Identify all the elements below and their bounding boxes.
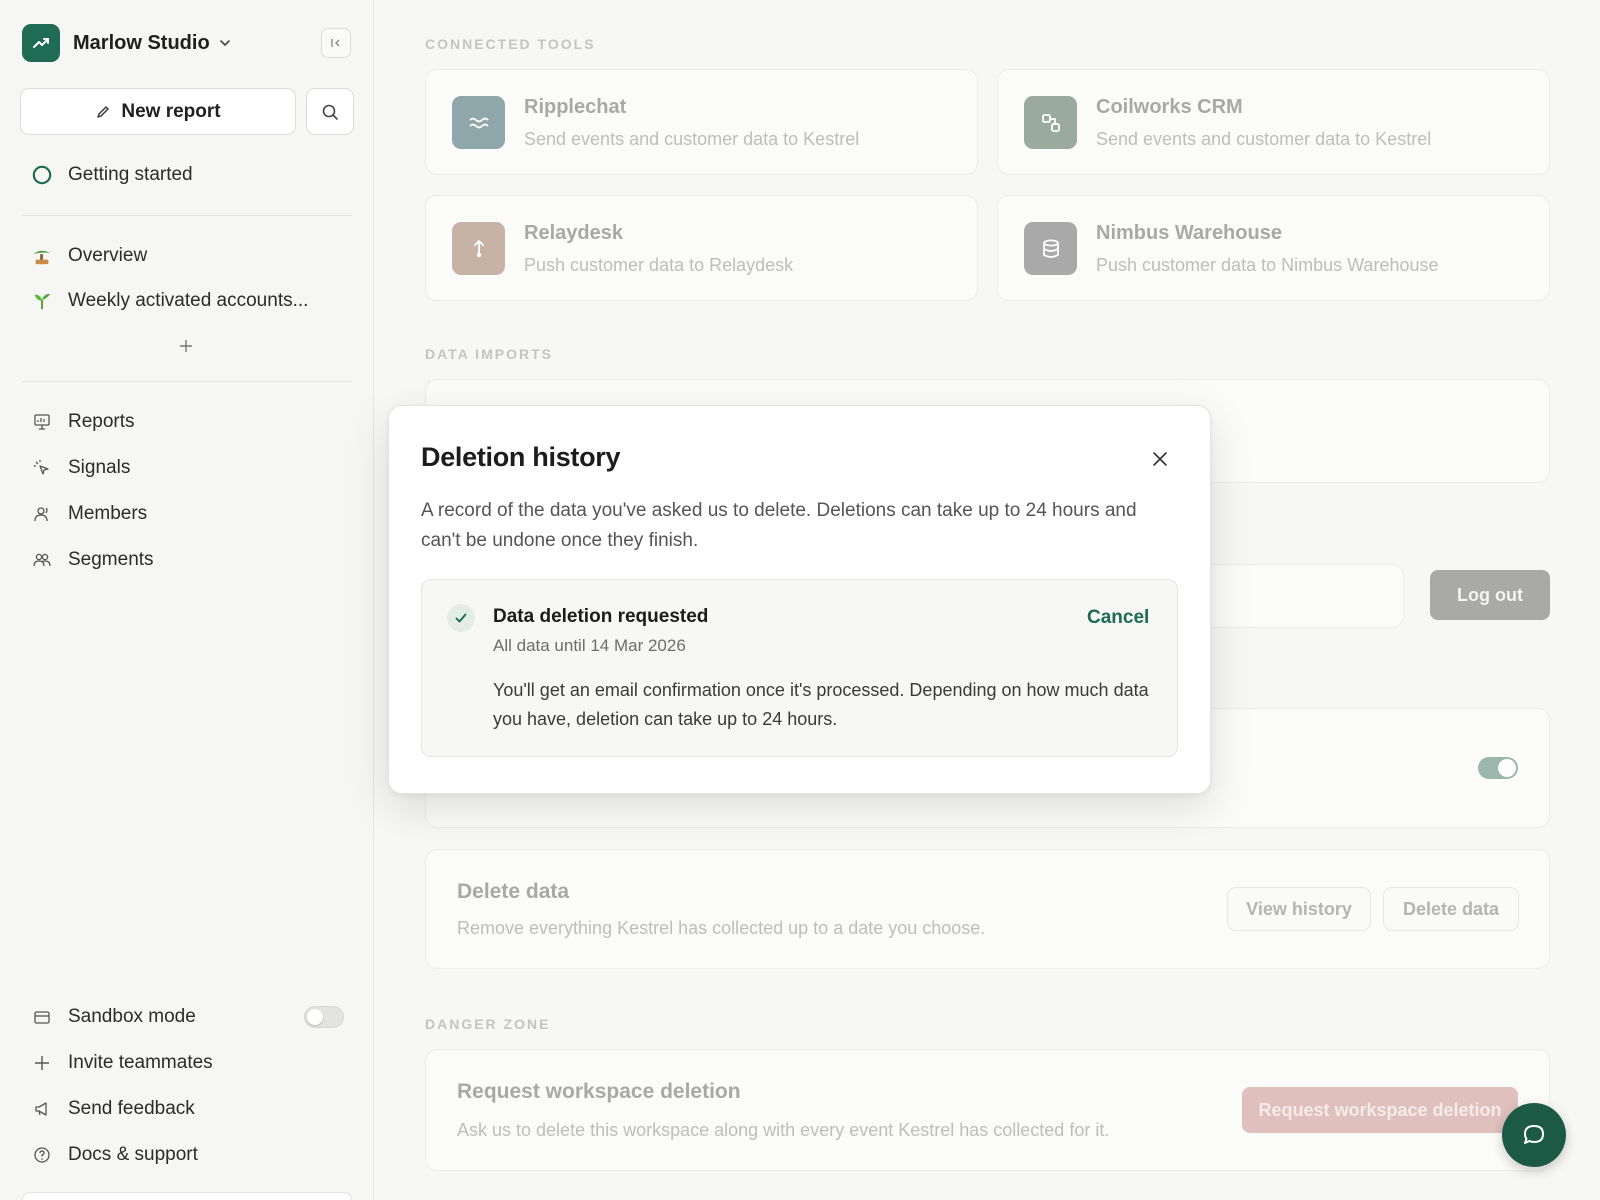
- sidebar-item-label: Signals: [68, 457, 131, 478]
- pinned-item-label: Weekly activated accounts...: [68, 290, 309, 311]
- sidebar-item-invite-teammates[interactable]: Invite teammates: [32, 1048, 213, 1078]
- pinned-item-overview[interactable]: Overview: [32, 241, 147, 271]
- getting-started-label: Getting started: [68, 164, 193, 185]
- chat-bubble-icon: [1524, 1125, 1544, 1144]
- sidebar-item-label: Invite teammates: [68, 1052, 213, 1073]
- sidebar-divider: [22, 215, 352, 216]
- waves-icon: [452, 96, 505, 149]
- sidebar-item-reports[interactable]: Reports: [32, 407, 135, 437]
- sidebar: Marlow Studio New report Getting started…: [0, 0, 374, 1200]
- view-history-button[interactable]: View history: [1227, 887, 1371, 931]
- sidebar-item-members[interactable]: Members: [32, 499, 147, 529]
- card-icon: [32, 1007, 52, 1027]
- close-modal-button[interactable]: [1149, 448, 1171, 470]
- data-imports-heading: DATA IMPORTS: [425, 346, 553, 362]
- workspace-logo-trend-icon: [22, 24, 60, 62]
- search-button[interactable]: [306, 88, 354, 135]
- log-out-button[interactable]: Log out: [1430, 570, 1550, 620]
- danger-zone-heading: DANGER ZONE: [425, 1016, 551, 1032]
- tracking-toggle[interactable]: [1478, 757, 1518, 779]
- tool-name: Ripplechat: [524, 96, 627, 118]
- tool-desc: Send events and customer data to Kestrel: [1096, 129, 1432, 149]
- entry-title: Data deletion requested: [493, 606, 709, 627]
- sidebar-divider: [22, 381, 352, 382]
- collapse-sidebar-button[interactable]: [321, 28, 351, 58]
- tool-name: Relaydesk: [524, 222, 623, 244]
- search-icon: [322, 104, 338, 120]
- delete-data-title: Delete data: [457, 880, 570, 903]
- modal-title: Deletion history: [421, 442, 621, 472]
- delete-data-button[interactable]: Delete data: [1383, 887, 1519, 931]
- pencil-icon: [97, 105, 110, 118]
- presentation-icon: [32, 412, 52, 432]
- plus-icon: [180, 340, 192, 352]
- workspace-deletion-desc: Ask us to delete this workspace along wi…: [457, 1120, 1110, 1140]
- new-report-label: New report: [121, 100, 221, 122]
- toggle-knob: [307, 1009, 323, 1025]
- check-icon: [447, 604, 475, 632]
- seedling-emoji-icon: [32, 291, 52, 311]
- deletion-history-modal: Deletion history A record of the data yo…: [388, 405, 1211, 794]
- collapse-left-icon: [331, 39, 340, 47]
- progress-ring-icon: [32, 165, 52, 185]
- chat-support-button[interactable]: [1502, 1103, 1566, 1167]
- upload-pin-icon: [452, 222, 505, 275]
- cursor-click-icon: [32, 458, 52, 478]
- tool-card-nimbus-warehouse[interactable]: Nimbus Warehouse Push customer data to N…: [997, 195, 1550, 301]
- add-pinned-button[interactable]: [176, 336, 196, 356]
- workspace-deletion-title: Request workspace deletion: [457, 1080, 741, 1103]
- getting-started-item[interactable]: Getting started: [32, 160, 193, 190]
- tool-desc: Send events and customer data to Kestrel: [524, 129, 860, 149]
- new-report-button[interactable]: New report: [20, 88, 296, 135]
- deletion-entry: Data deletion requested All data until 1…: [421, 579, 1178, 757]
- users-icon: [32, 550, 52, 570]
- sidebar-footer-card: [22, 1192, 352, 1200]
- sandbox-mode-toggle[interactable]: [304, 1006, 344, 1028]
- tool-card-coilworks-crm[interactable]: Coilworks CRM Send events and customer d…: [997, 69, 1550, 175]
- modal-description: A record of the data you've asked us to …: [421, 500, 1137, 551]
- toggle-knob: [1498, 759, 1516, 777]
- sidebar-item-label: Segments: [68, 549, 154, 570]
- chevron-down-icon: [219, 40, 230, 47]
- sidebar-item-sandbox-mode[interactable]: Sandbox mode: [32, 1002, 196, 1032]
- sidebar-item-label: Send feedback: [68, 1098, 195, 1119]
- entry-body: You'll get an email confirmation once it…: [493, 680, 1149, 729]
- sidebar-item-label: Reports: [68, 411, 135, 432]
- tool-card-relaydesk[interactable]: Relaydesk Push customer data to Relaydes…: [425, 195, 978, 301]
- sidebar-item-label: Docs & support: [68, 1144, 198, 1165]
- close-icon: [1153, 452, 1167, 466]
- database-icon: [1024, 222, 1077, 275]
- sidebar-item-send-feedback[interactable]: Send feedback: [32, 1094, 195, 1124]
- account-card: [1190, 564, 1404, 628]
- pinned-item-label: Overview: [68, 245, 148, 266]
- sidebar-item-docs-support[interactable]: Docs & support: [32, 1140, 198, 1170]
- palm-tree-emoji-icon: [32, 246, 52, 266]
- tool-card-ripplechat[interactable]: Ripplechat Send events and customer data…: [425, 69, 978, 175]
- tool-desc: Push customer data to Relaydesk: [524, 255, 794, 275]
- connected-tools-heading: CONNECTED TOOLS: [425, 36, 596, 52]
- tool-name: Nimbus Warehouse: [1096, 222, 1282, 244]
- tool-name: Coilworks CRM: [1096, 96, 1243, 118]
- delete-data-desc: Remove everything Kestrel has collected …: [457, 918, 986, 938]
- cancel-deletion-link[interactable]: Cancel: [1087, 607, 1149, 629]
- sidebar-item-signals[interactable]: Signals: [32, 453, 130, 483]
- sidebar-item-label: Sandbox mode: [68, 1006, 196, 1027]
- plus-icon: [32, 1053, 52, 1073]
- request-workspace-deletion-button[interactable]: Request workspace deletion: [1242, 1087, 1518, 1133]
- megaphone-icon: [32, 1099, 52, 1119]
- tool-desc: Push customer data to Nimbus Warehouse: [1096, 255, 1439, 275]
- nodes-icon: [1024, 96, 1077, 149]
- delete-data-card: Delete data Remove everything Kestrel ha…: [425, 849, 1550, 969]
- user-icon: [32, 504, 52, 524]
- workspace-name: Marlow Studio: [73, 31, 210, 54]
- workspace-switcher[interactable]: Marlow Studio: [22, 24, 232, 62]
- entry-subtitle: All data until 14 Mar 2026: [493, 636, 686, 655]
- help-circle-icon: [32, 1145, 52, 1165]
- sidebar-item-segments[interactable]: Segments: [32, 545, 154, 575]
- sidebar-item-label: Members: [68, 503, 148, 524]
- pinned-item-weekly-activated[interactable]: Weekly activated accounts...: [32, 286, 308, 316]
